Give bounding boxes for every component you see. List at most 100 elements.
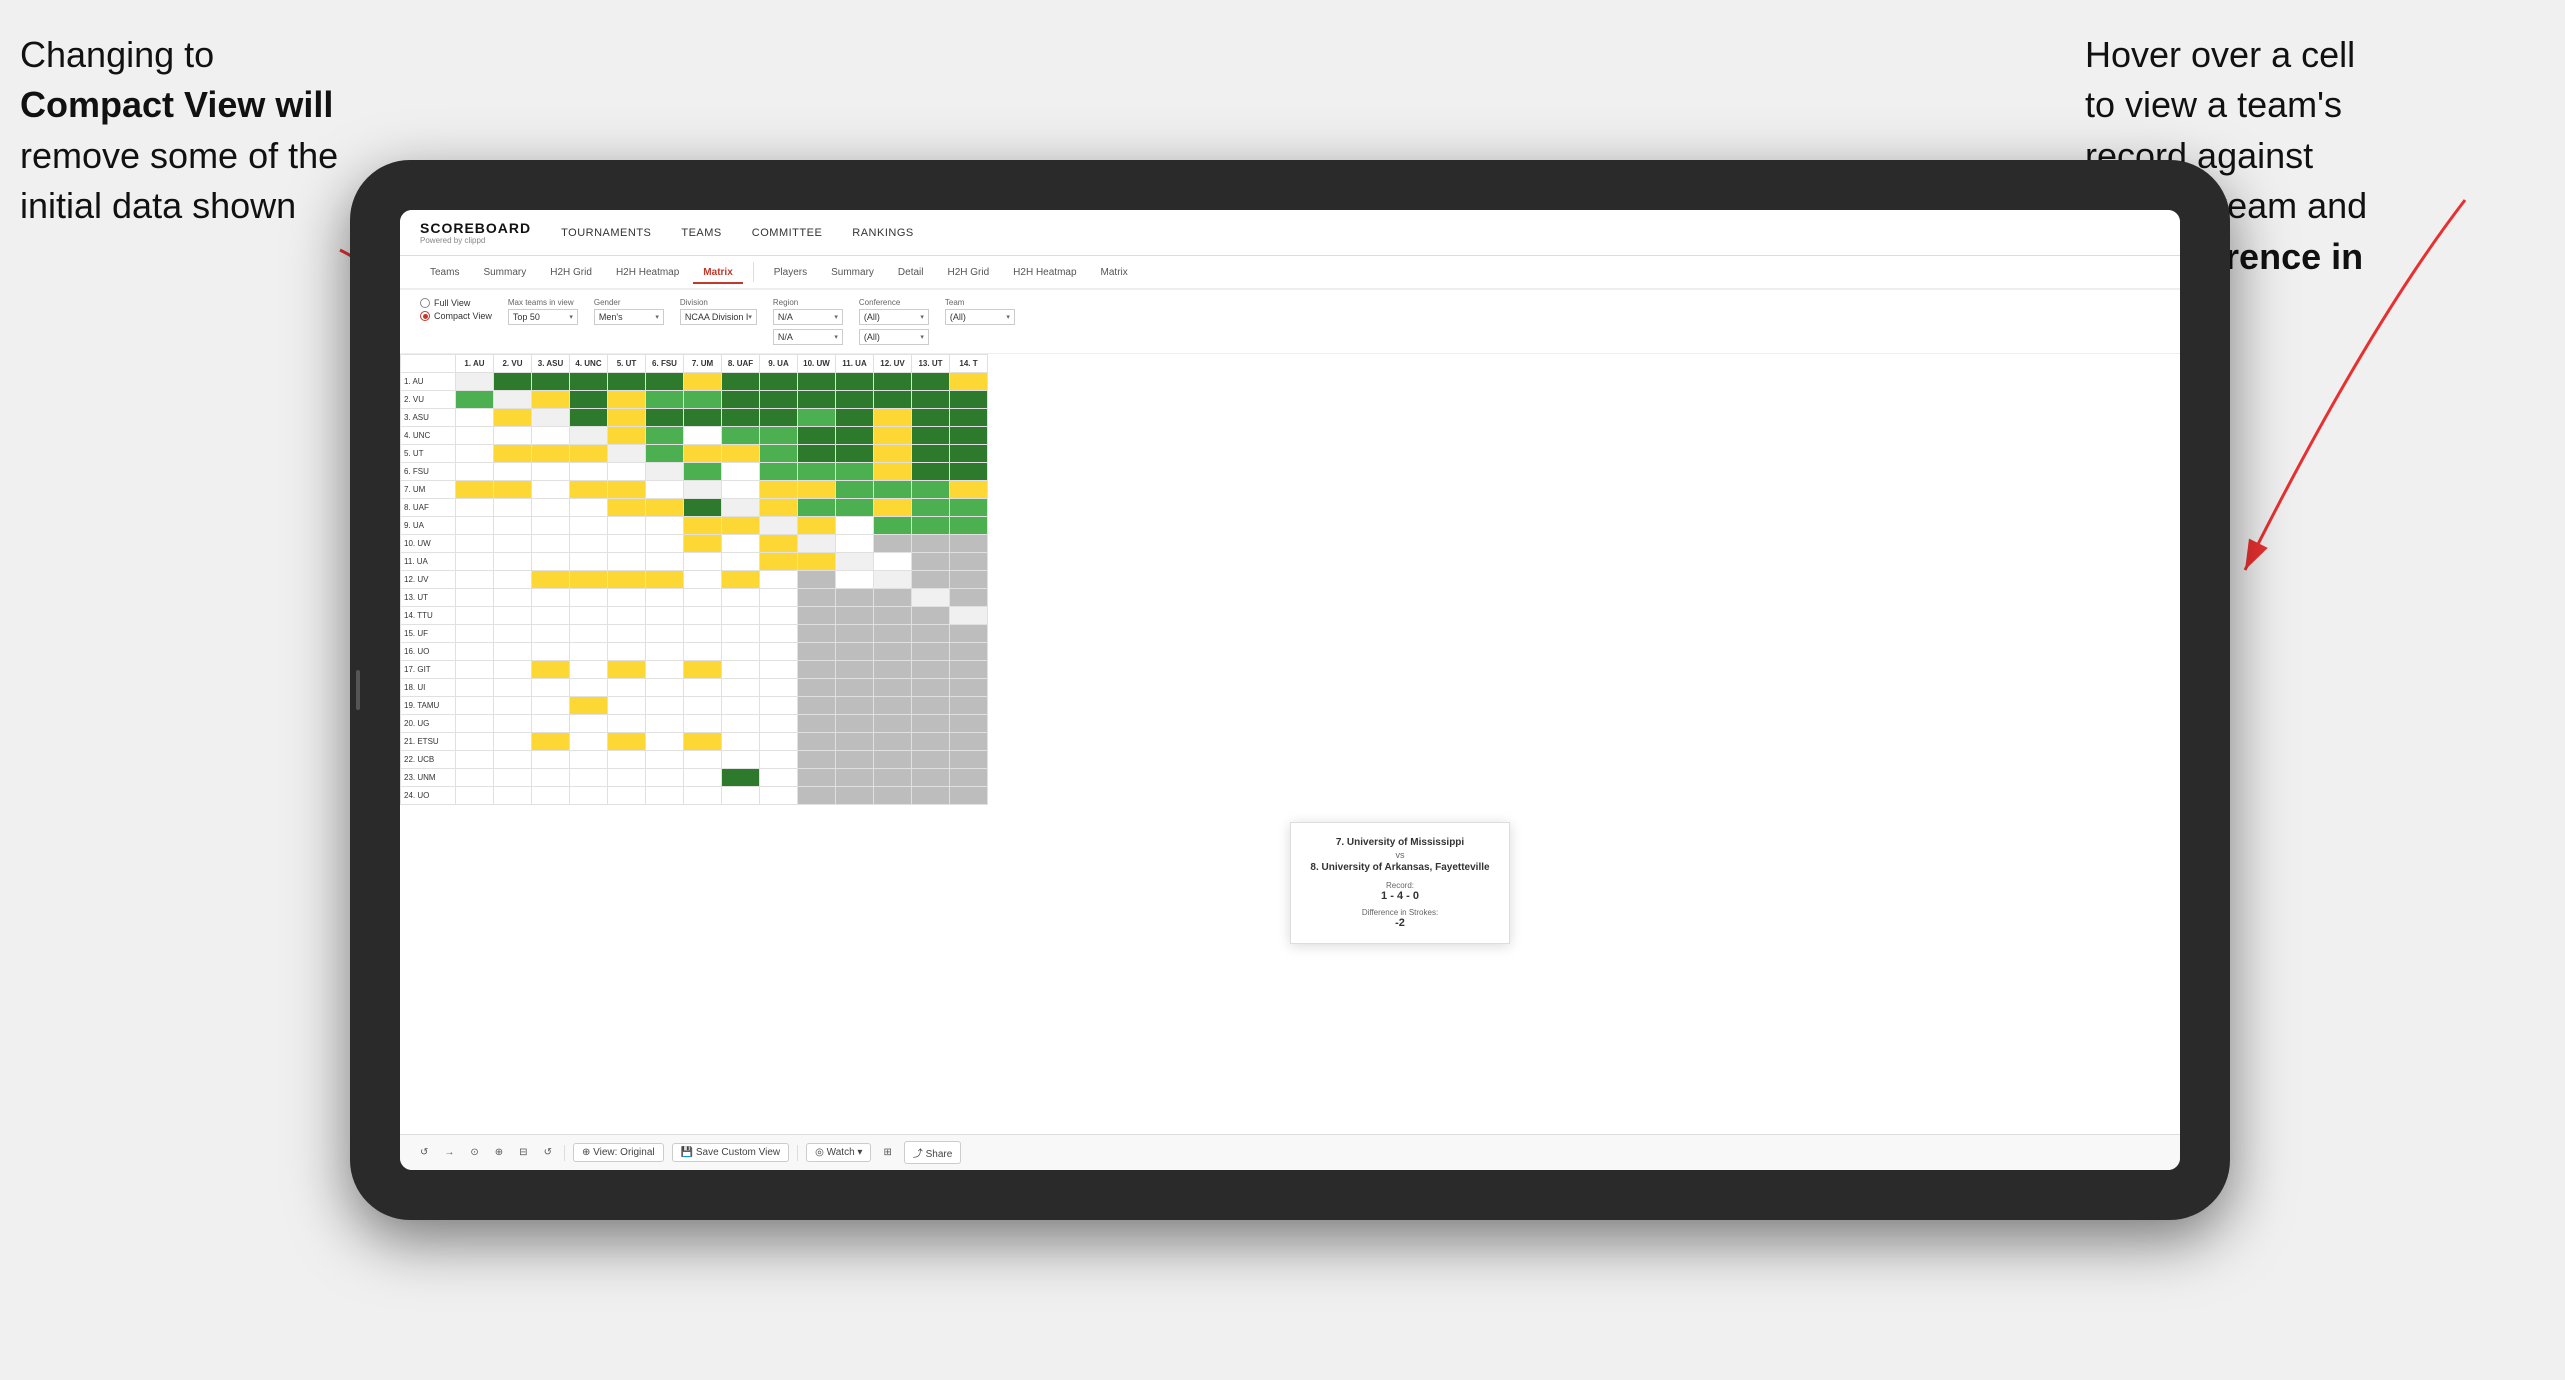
matrix-cell[interactable] (912, 409, 950, 427)
matrix-cell[interactable] (874, 373, 912, 391)
matrix-cell[interactable] (950, 535, 988, 553)
matrix-cell[interactable] (646, 391, 684, 409)
matrix-cell[interactable] (798, 517, 836, 535)
matrix-cell[interactable] (608, 535, 646, 553)
matrix-cell[interactable] (798, 733, 836, 751)
matrix-cell[interactable] (836, 643, 874, 661)
matrix-cell[interactable] (722, 427, 760, 445)
matrix-cell[interactable] (912, 391, 950, 409)
tab-h2h-grid[interactable]: H2H Grid (540, 263, 602, 284)
matrix-cell[interactable] (722, 769, 760, 787)
matrix-cell[interactable] (874, 427, 912, 445)
matrix-cell[interactable] (722, 517, 760, 535)
matrix-cell[interactable] (950, 499, 988, 517)
matrix-cell[interactable] (684, 679, 722, 697)
matrix-cell[interactable] (494, 607, 532, 625)
matrix-cell[interactable] (570, 409, 608, 427)
matrix-cell[interactable] (646, 607, 684, 625)
compact-view-radio[interactable]: Compact View (420, 311, 492, 321)
share-options-btn[interactable]: ⊞ (879, 1145, 895, 1160)
matrix-cell[interactable] (912, 661, 950, 679)
matrix-cell[interactable] (950, 463, 988, 481)
matrix-cell[interactable] (608, 463, 646, 481)
matrix-cell[interactable] (494, 391, 532, 409)
matrix-cell[interactable] (722, 571, 760, 589)
matrix-cell[interactable] (950, 625, 988, 643)
matrix-cell[interactable] (494, 553, 532, 571)
matrix-cell[interactable] (912, 715, 950, 733)
region-select2[interactable]: N/A ▾ (773, 329, 843, 345)
matrix-cell[interactable] (798, 661, 836, 679)
matrix-cell[interactable] (760, 409, 798, 427)
matrix-cell[interactable] (532, 733, 570, 751)
matrix-cell[interactable] (912, 679, 950, 697)
matrix-cell[interactable] (608, 445, 646, 463)
matrix-cell[interactable] (760, 715, 798, 733)
matrix-cell[interactable] (456, 463, 494, 481)
matrix-cell[interactable] (874, 607, 912, 625)
matrix-cell[interactable] (722, 733, 760, 751)
matrix-cell[interactable] (684, 787, 722, 805)
matrix-cell[interactable] (722, 607, 760, 625)
matrix-cell[interactable] (836, 625, 874, 643)
matrix-cell[interactable] (570, 607, 608, 625)
matrix-cell[interactable] (874, 571, 912, 589)
matrix-cell[interactable] (722, 625, 760, 643)
matrix-cell[interactable] (722, 445, 760, 463)
matrix-cell[interactable] (760, 697, 798, 715)
tab-summary-players[interactable]: Summary (821, 263, 884, 284)
matrix-cell[interactable] (494, 733, 532, 751)
matrix-cell[interactable] (646, 535, 684, 553)
matrix-cell[interactable] (532, 535, 570, 553)
matrix-cell[interactable] (532, 409, 570, 427)
matrix-cell[interactable] (950, 715, 988, 733)
nav-teams[interactable]: TEAMS (681, 227, 721, 239)
matrix-cell[interactable] (570, 535, 608, 553)
matrix-cell[interactable] (456, 751, 494, 769)
matrix-cell[interactable] (494, 481, 532, 499)
matrix-cell[interactable] (760, 589, 798, 607)
matrix-cell[interactable] (722, 391, 760, 409)
matrix-cell[interactable] (494, 445, 532, 463)
matrix-cell[interactable] (608, 391, 646, 409)
matrix-cell[interactable] (532, 463, 570, 481)
matrix-cell[interactable] (874, 697, 912, 715)
matrix-cell[interactable] (684, 715, 722, 733)
matrix-cell[interactable] (874, 787, 912, 805)
max-teams-select[interactable]: Top 50 ▾ (508, 309, 578, 325)
matrix-cell[interactable] (912, 427, 950, 445)
matrix-cell[interactable] (722, 679, 760, 697)
matrix-cell[interactable] (456, 661, 494, 679)
matrix-cell[interactable] (532, 481, 570, 499)
matrix-cell[interactable] (570, 373, 608, 391)
matrix-cell[interactable] (874, 553, 912, 571)
matrix-cell[interactable] (722, 373, 760, 391)
matrix-cell[interactable] (874, 499, 912, 517)
matrix-cell[interactable] (570, 589, 608, 607)
matrix-cell[interactable] (494, 535, 532, 553)
matrix-cell[interactable] (646, 679, 684, 697)
matrix-cell[interactable] (874, 625, 912, 643)
matrix-cell[interactable] (836, 697, 874, 715)
matrix-cell[interactable] (532, 751, 570, 769)
matrix-cell[interactable] (950, 733, 988, 751)
save-custom-btn[interactable]: 💾 Save Custom View (672, 1143, 790, 1162)
matrix-cell[interactable] (646, 517, 684, 535)
matrix-cell[interactable] (798, 373, 836, 391)
matrix-cell[interactable] (760, 463, 798, 481)
matrix-cell[interactable] (760, 679, 798, 697)
matrix-cell[interactable] (798, 679, 836, 697)
zoom-in-btn[interactable]: ⊕ (491, 1145, 507, 1160)
matrix-cell[interactable] (494, 589, 532, 607)
matrix-cell[interactable] (950, 751, 988, 769)
matrix-cell[interactable] (532, 715, 570, 733)
nav-tournaments[interactable]: TOURNAMENTS (561, 227, 651, 239)
matrix-cell[interactable] (684, 607, 722, 625)
matrix-cell[interactable] (912, 373, 950, 391)
matrix-cell[interactable] (684, 553, 722, 571)
matrix-cell[interactable] (494, 571, 532, 589)
conference-select2[interactable]: (All) ▾ (859, 329, 929, 345)
matrix-cell[interactable] (836, 661, 874, 679)
matrix-cell[interactable] (912, 517, 950, 535)
matrix-cell[interactable] (912, 535, 950, 553)
